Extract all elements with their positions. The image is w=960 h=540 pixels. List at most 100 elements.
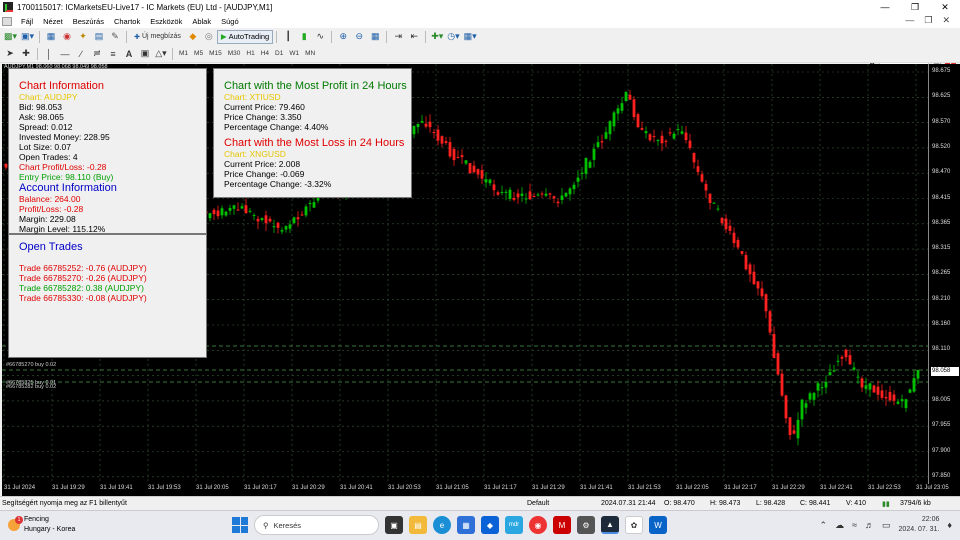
candle-body: [568, 188, 572, 195]
profiles-icon[interactable]: ▣▾: [20, 30, 35, 44]
chart-shift-icon[interactable]: ⇤: [407, 30, 421, 44]
new-order-button[interactable]: ✚ Új megbízás: [131, 30, 184, 44]
data-window-icon[interactable]: ◉: [60, 30, 74, 44]
minimize-button[interactable]: —: [870, 0, 900, 14]
timeframe-w1[interactable]: W1: [286, 48, 302, 60]
taskbar-search[interactable]: ⚲ Keresés: [254, 515, 379, 535]
candle-body: [540, 193, 544, 195]
timeframe-h1[interactable]: H1: [243, 48, 257, 60]
menu-tools[interactable]: Eszközök: [145, 17, 187, 26]
notification-icon[interactable]: ♦: [947, 520, 952, 530]
clock[interactable]: 22:06 2024. 07. 31.: [899, 515, 940, 535]
app-icon[interactable]: mdr: [505, 516, 523, 534]
vertical-line-icon[interactable]: │: [42, 47, 56, 61]
zoom-in-icon[interactable]: ⊕: [336, 30, 350, 44]
tile-windows-icon[interactable]: ▦: [368, 30, 382, 44]
child-close-button[interactable]: ✕: [942, 15, 950, 26]
file-explorer-icon[interactable]: ▤: [409, 516, 427, 534]
volume-icon[interactable]: ♬: [865, 520, 874, 530]
bar-chart-icon[interactable]: ┃: [281, 30, 295, 44]
chart-info-title: Chart Information: [19, 80, 104, 92]
crosshair-icon[interactable]: ✚: [19, 47, 33, 61]
candle-body: [740, 251, 744, 254]
text-icon[interactable]: A: [122, 47, 136, 61]
candle-body: [636, 114, 640, 128]
battery-icon[interactable]: ▭: [882, 520, 891, 531]
maximize-button[interactable]: ❐: [900, 0, 930, 14]
timeframe-m5[interactable]: M5: [191, 48, 206, 60]
store-icon[interactable]: ▦: [457, 516, 475, 534]
child-minimize-button[interactable]: —: [905, 15, 914, 26]
menu-window[interactable]: Ablak: [187, 17, 216, 26]
zoom-out-icon[interactable]: ⊖: [352, 30, 366, 44]
candle-body: [464, 160, 468, 164]
terminal-icon[interactable]: ▤: [92, 30, 106, 44]
shapes-icon[interactable]: △▾: [154, 47, 168, 61]
timeframe-mn[interactable]: MN: [302, 48, 318, 60]
auto-scroll-icon[interactable]: ⇥: [391, 30, 405, 44]
periods-icon[interactable]: ◷▾: [446, 30, 460, 44]
timeframe-h4[interactable]: H4: [258, 48, 272, 60]
candle-body: [548, 193, 552, 195]
time-tick-label: 31 Jul 22:05: [676, 485, 709, 491]
autotrading-label: AutoTrading: [228, 32, 270, 41]
open-trades-panel: Open Trades Trade 66785252: -0.76 (AUDJP…: [8, 234, 207, 358]
candlestick-icon[interactable]: ▮: [297, 30, 311, 44]
cloud-icon[interactable]: ☁: [835, 520, 844, 531]
toolbar-separator: [425, 30, 427, 43]
dropbox-icon[interactable]: ◆: [481, 516, 499, 534]
trendline-icon[interactable]: ∕: [74, 47, 88, 61]
new-chart-icon[interactable]: ▩▾: [3, 30, 18, 44]
metatrader-icon[interactable]: ▲: [601, 516, 619, 534]
chatgpt-icon[interactable]: ✿: [625, 516, 643, 534]
market-watch-icon[interactable]: ▦: [44, 30, 58, 44]
menu-charts[interactable]: Chartok: [109, 17, 145, 26]
menu-file[interactable]: Fájl: [16, 17, 38, 26]
chrome-icon[interactable]: ◉: [529, 516, 547, 534]
candle-body: [448, 142, 452, 157]
label-icon[interactable]: ▣: [138, 47, 152, 61]
cursor-icon[interactable]: ➤: [3, 47, 17, 61]
status-datetime: 2024.07.31 21:44: [601, 500, 656, 507]
horizontal-line-icon[interactable]: —: [58, 47, 72, 61]
chevron-up-icon[interactable]: ⌃: [820, 520, 828, 531]
market-icon[interactable]: ◎: [202, 30, 216, 44]
most-loss-change: Price Change: -0.069: [224, 169, 305, 179]
word-icon[interactable]: W: [649, 516, 667, 534]
candle-body: [572, 184, 576, 190]
candle-body: [812, 393, 816, 400]
strategy-tester-icon[interactable]: ✎: [108, 30, 122, 44]
indicators-icon[interactable]: ✚▾: [430, 30, 444, 44]
timeframe-d1[interactable]: D1: [272, 48, 286, 60]
menu-insert[interactable]: Beszúrás: [68, 17, 109, 26]
timeframe-m15[interactable]: M15: [206, 48, 225, 60]
candle-body: [692, 153, 696, 163]
timeframe-m1[interactable]: M1: [176, 48, 191, 60]
menu-help[interactable]: Súgó: [216, 17, 244, 26]
autotrading-button[interactable]: ▶ AutoTrading: [216, 29, 274, 44]
navigator-icon[interactable]: ✦: [76, 30, 90, 44]
windows-start-icon[interactable]: [232, 517, 248, 533]
metaeditor-icon[interactable]: ◆: [186, 30, 200, 44]
child-restore-button[interactable]: ❐: [924, 15, 932, 26]
wifi-icon[interactable]: ≈: [852, 520, 857, 530]
mcafee-icon[interactable]: M: [553, 516, 571, 534]
fibonacci-icon[interactable]: ≡: [106, 47, 120, 61]
clock-time: 22:06: [921, 516, 940, 523]
line-chart-icon[interactable]: ∿: [313, 30, 327, 44]
timeframe-m30[interactable]: M30: [225, 48, 244, 60]
templates-icon[interactable]: ▦▾: [463, 30, 478, 44]
candle-body: [504, 191, 508, 193]
edge-icon[interactable]: e: [433, 516, 451, 534]
status-volume: V: 410: [846, 500, 866, 507]
candle-body: [428, 121, 432, 128]
task-view-icon[interactable]: ▣: [385, 516, 403, 534]
widgets-button[interactable]: 1 Fencing Hungary - Korea: [8, 515, 75, 535]
menu-view[interactable]: Nézet: [38, 17, 68, 26]
close-button[interactable]: ✕: [930, 0, 960, 14]
candle-body: [588, 161, 592, 168]
channel-icon[interactable]: ≓: [90, 47, 104, 61]
settings-icon[interactable]: ⚙: [577, 516, 595, 534]
balance-value: Balance: 264.00: [19, 194, 81, 204]
time-tick-label: 31 Jul 21:41: [580, 485, 613, 491]
